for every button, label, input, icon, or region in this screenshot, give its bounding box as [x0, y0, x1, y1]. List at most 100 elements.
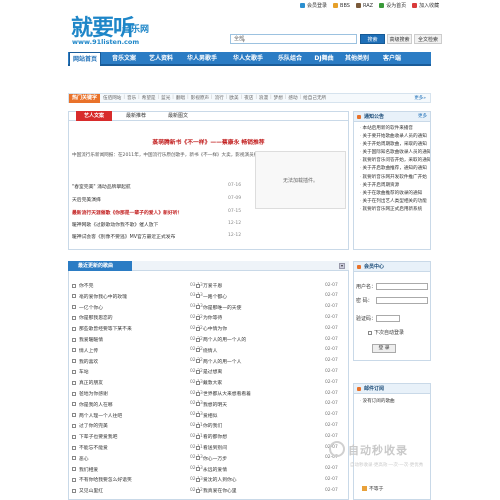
- song-checkbox[interactable]: [196, 488, 200, 493]
- song-checkbox[interactable]: [72, 359, 76, 364]
- nav-item-6[interactable]: DJ舞曲: [310, 52, 338, 66]
- song-checkbox[interactable]: [196, 413, 200, 418]
- song-item[interactable]: 为你等待: [196, 314, 222, 321]
- search-button[interactable]: 搜索: [360, 34, 385, 44]
- notice-item[interactable]: 关于在列出艺人类型相关的功能: [354, 198, 430, 206]
- song-title[interactable]: 永远的爱情: [203, 466, 227, 473]
- keyword-link[interactable]: 影视原声: [191, 95, 209, 101]
- song-item[interactable]: 你是那唯一的天使: [196, 304, 241, 311]
- toplink-2[interactable]: RAZ: [355, 2, 373, 9]
- song-item[interactable]: 两个人的用一个人的: [196, 336, 246, 343]
- tab-latest-photo[interactable]: 最新图文: [160, 111, 196, 121]
- song-item[interactable]: 亳的爱你我心中的玫瑰: [72, 293, 127, 300]
- tab-artist-copy[interactable]: 艺人文案: [76, 111, 112, 121]
- song-item[interactable]: 我们相爱: [72, 466, 98, 473]
- song-item[interactable]: 恶心: [72, 455, 89, 462]
- song-checkbox[interactable]: [72, 402, 76, 407]
- song-checkbox[interactable]: [72, 434, 76, 439]
- song-item[interactable]: 世界都从大来想看看着: [196, 390, 251, 397]
- keyword-link[interactable]: 流行: [215, 95, 224, 101]
- song-checkbox[interactable]: [72, 294, 76, 299]
- song-title[interactable]: 心中情为你: [203, 325, 227, 332]
- nav-item-0[interactable]: 网站首页: [69, 52, 101, 66]
- song-title[interactable]: 万爱千恩: [203, 282, 222, 289]
- captcha-input[interactable]: [376, 315, 400, 322]
- song-title[interactable]: 戴敦大家: [203, 379, 222, 386]
- keyword-link[interactable]: 夜店: [244, 95, 253, 101]
- song-checkbox[interactable]: [72, 369, 76, 374]
- toplink-0[interactable]: 会员登录: [300, 2, 327, 9]
- song-checkbox[interactable]: [72, 348, 76, 353]
- song-item[interactable]: 你不完: [72, 282, 93, 289]
- song-title[interactable]: 真正的朋友: [79, 379, 103, 386]
- song-checkbox[interactable]: [196, 423, 200, 428]
- song-title[interactable]: 不有你哈我要怎么好谐笑: [79, 476, 132, 483]
- advanced-search-button[interactable]: 高级搜索: [387, 34, 412, 44]
- notice-item[interactable]: 关于要开始歌曲收录人员的通知: [354, 133, 430, 141]
- song-checkbox[interactable]: [72, 413, 76, 418]
- song-checkbox[interactable]: [196, 369, 200, 374]
- song-checkbox[interactable]: [196, 380, 200, 385]
- tab-latest-recommend[interactable]: 最新推荐: [118, 111, 154, 121]
- song-checkbox[interactable]: [196, 305, 200, 310]
- song-title[interactable]: 看的都你想: [203, 433, 227, 440]
- song-title[interactable]: 那些歌曾经要等下某不来: [79, 325, 132, 332]
- song-item[interactable]: 一路个都心: [196, 293, 227, 300]
- song-item[interactable]: 你的我们: [196, 422, 222, 429]
- songs-toggle-icon[interactable]: ▾: [339, 263, 345, 269]
- song-item[interactable]: 看送到别间: [196, 444, 227, 451]
- song-title[interactable]: 爱相似: [203, 412, 217, 419]
- song-checkbox[interactable]: [72, 467, 76, 472]
- song-title[interactable]: 我真爱在你心里: [203, 487, 237, 494]
- nav-item-7[interactable]: 其他类别: [342, 52, 372, 66]
- notice-item[interactable]: 就要听音乐网正式启用新系统: [354, 206, 430, 214]
- song-title[interactable]: 情人上传: [79, 347, 98, 354]
- keyword-link[interactable]: 伍佰网站: [103, 95, 121, 101]
- nav-item-8[interactable]: 客户端: [377, 52, 407, 66]
- news-item[interactable]: 暖神试会客《别像不要逃》MV官方最近正式发布: [72, 233, 247, 240]
- notice-item[interactable]: 关于国际知名歌曲收录人员的通知: [354, 149, 430, 157]
- notice-item[interactable]: 关于开启歌曲推荐，通知的通知: [354, 165, 430, 173]
- notice-item[interactable]: 本站启用新的软件来播音: [354, 125, 430, 133]
- song-item[interactable]: 爸地为你感谢: [72, 390, 108, 397]
- song-checkbox[interactable]: [72, 391, 76, 396]
- song-item[interactable]: 你心一万步: [196, 455, 227, 462]
- song-checkbox[interactable]: [72, 326, 76, 331]
- song-title[interactable]: 你的我们: [203, 422, 222, 429]
- song-checkbox[interactable]: [196, 467, 200, 472]
- song-checkbox[interactable]: [196, 391, 200, 396]
- song-item[interactable]: 两个人的用一个人: [196, 358, 241, 365]
- song-title[interactable]: 我的喜欢: [79, 358, 98, 365]
- song-checkbox[interactable]: [72, 380, 76, 385]
- song-checkbox[interactable]: [196, 326, 200, 331]
- song-item[interactable]: 爱相似: [196, 412, 217, 419]
- keyword-link[interactable]: 蓝光: [161, 95, 170, 101]
- song-title[interactable]: 我想的明天: [203, 401, 227, 408]
- nav-item-2[interactable]: 艺人资料: [145, 52, 177, 66]
- song-title[interactable]: 爱沈的人到你心: [203, 476, 237, 483]
- song-title[interactable]: 下辈子也要爱我吧: [79, 433, 117, 440]
- song-checkbox[interactable]: [72, 456, 76, 461]
- search-input[interactable]: 全部 ▼: [230, 34, 357, 44]
- nav-item-5[interactable]: 乐队组合: [274, 52, 306, 66]
- song-item[interactable]: 不能忘不能爱: [72, 444, 108, 451]
- song-checkbox[interactable]: [72, 305, 76, 310]
- song-item[interactable]: 不有你哈我要怎么好谐笑: [72, 476, 132, 483]
- nav-item-4[interactable]: 华人女歌手: [228, 52, 268, 66]
- notice-item[interactable]: 关于开启周期资源: [354, 182, 430, 190]
- song-item[interactable]: 万爱千恩: [196, 282, 222, 289]
- song-title[interactable]: 我爱暖暖情: [79, 336, 103, 343]
- song-item[interactable]: 我真爱在你心里: [196, 487, 237, 494]
- notice-item[interactable]: 就要听音乐网开发软件推广开始: [354, 174, 430, 182]
- song-title[interactable]: 你不完: [79, 282, 93, 289]
- song-checkbox[interactable]: [196, 359, 200, 364]
- song-title[interactable]: 车站: [79, 368, 89, 375]
- song-title[interactable]: 爸地为你感谢: [79, 390, 108, 397]
- song-checkbox[interactable]: [196, 283, 200, 288]
- song-title[interactable]: 你是那我思恋的: [79, 314, 113, 321]
- song-checkbox[interactable]: [196, 477, 200, 482]
- keyword-link[interactable]: 感动: [288, 95, 297, 101]
- song-checkbox[interactable]: [72, 445, 76, 450]
- keyword-link[interactable]: 欧美: [229, 95, 238, 101]
- news-item[interactable]: 最新流行天涯催歌《你那是一辈子的爱人》新好听！: [72, 209, 252, 216]
